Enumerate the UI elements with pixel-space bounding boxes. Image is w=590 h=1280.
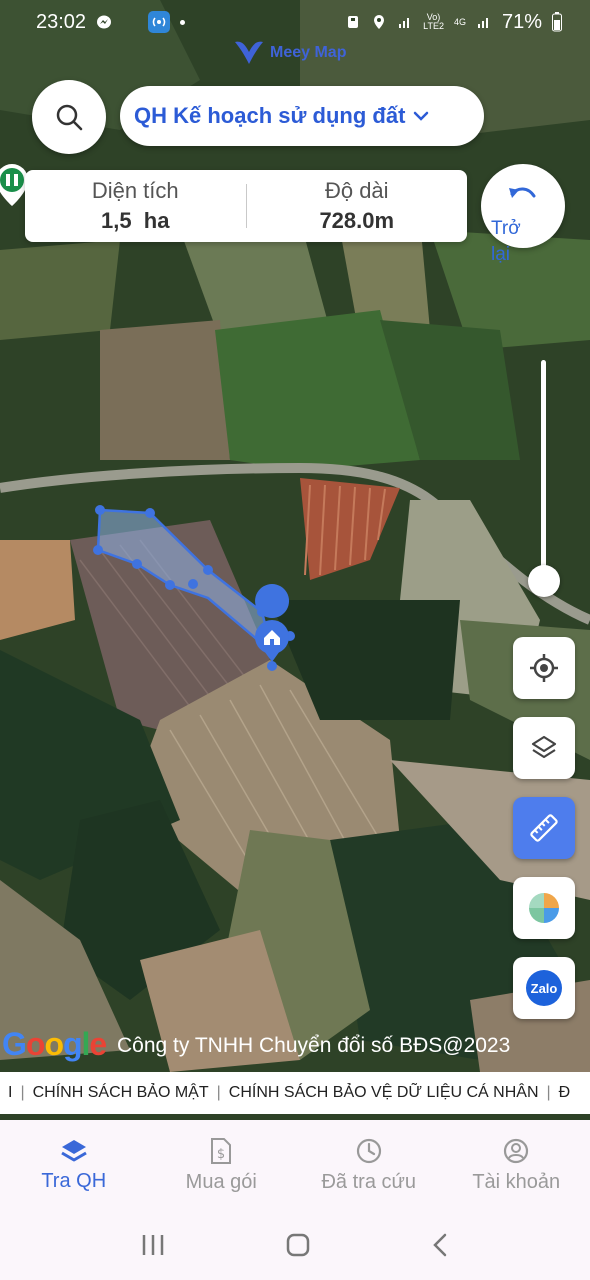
opacity-slider-handle[interactable] [528,565,560,597]
length-value: 728.0m [319,208,395,233]
nav-label: Tài khoản [472,1170,561,1193]
invoice-icon: $ [211,1137,232,1164]
recent-apps-icon[interactable] [140,1233,166,1257]
dot-icon [180,19,186,25]
layers-icon [60,1139,87,1161]
zalo-icon: Zalo [526,970,562,1006]
policy-lead: I [8,1084,13,1101]
opacity-slider-track[interactable] [541,360,546,582]
satellite-map[interactable] [0,0,590,1120]
chevron-down-icon [414,111,429,121]
length-section: Độ dài 728.0m [247,170,468,242]
nav-label: Đã tra cứu [321,1170,417,1193]
planning-type-label: QH Kế hoạch sử dụng đất [134,103,406,128]
search-icon [56,104,83,131]
back-icon[interactable] [430,1232,450,1258]
layers-button[interactable] [513,717,575,779]
google-logo: Google [2,1026,107,1062]
map-copyright: Công ty TNHH Chuyển đổi số BĐS@2023 [117,1034,511,1057]
system-navigation-bar [0,1210,590,1280]
location-icon [374,15,385,29]
locate-icon [530,654,558,682]
clock-icon [356,1138,381,1163]
nav-label: Mua gói [185,1170,257,1193]
nav-mua-goi[interactable]: $ Mua gói [148,1120,296,1210]
ruler-icon [530,814,558,842]
svg-text:$: $ [217,1147,225,1162]
home-icon[interactable] [285,1232,311,1258]
policy-links-strip: I | CHÍNH SÁCH BẢO MẬT | CHÍNH SÁCH BẢO … [0,1072,590,1114]
status-time: 23:02 [36,10,87,33]
network-label: Vo) LTE2 [423,12,444,31]
area-section: Diện tích 1,5 ha [25,170,246,242]
length-label: Độ dài [324,178,389,203]
privacy-policy-link[interactable]: CHÍNH SÁCH BẢO MẬT [33,1084,209,1102]
zalo-button[interactable]: Zalo [513,957,575,1019]
undo-icon [509,187,536,198]
undo-label[interactable]: Trở lại [491,216,543,268]
ruler-button[interactable] [513,797,575,859]
user-icon [504,1138,529,1163]
battery-percent: 71% [501,10,542,33]
statistics-button[interactable] [513,877,575,939]
area-value: 1,5 ha [101,208,170,233]
meey-logo-icon [235,41,263,64]
network-type: 4G [453,16,466,27]
area-label: Diện tích [91,178,179,203]
signal-icon [399,18,410,28]
signal-strength-icon [477,18,488,28]
layers-icon [531,735,557,759]
nav-label: Tra QH [41,1169,107,1192]
nav-tai-khoan[interactable]: Tài khoản [443,1120,590,1210]
brand-logo: Meey Map [232,38,346,68]
locate-button[interactable] [513,637,575,699]
planning-type-dropdown[interactable]: QH Kế hoạch sử dụng đất [120,86,484,146]
messenger-icon [97,15,112,29]
bottom-navigation: Tra QH $ Mua gói Đã tra cứu Tài khoản [0,1120,590,1210]
nav-da-tra-cuu[interactable]: Đã tra cứu [295,1120,443,1210]
battery-icon [552,12,562,32]
data-protection-link[interactable]: CHÍNH SÁCH BẢO VỆ DỮ LIỆU CÁ NHÂN [229,1084,539,1102]
measurement-card: Diện tích 1,5 ha Độ dài 728.0m [25,170,467,242]
map-imagery [0,0,590,1120]
policy-tail[interactable]: Đ [559,1084,571,1102]
brand-name: Meey Map [270,44,347,61]
hotspot-icon [148,11,171,33]
pie-chart-icon [529,893,559,923]
nav-tra-qh[interactable]: Tra QH [0,1120,148,1210]
search-button[interactable] [32,80,106,154]
save-icon [348,16,359,28]
